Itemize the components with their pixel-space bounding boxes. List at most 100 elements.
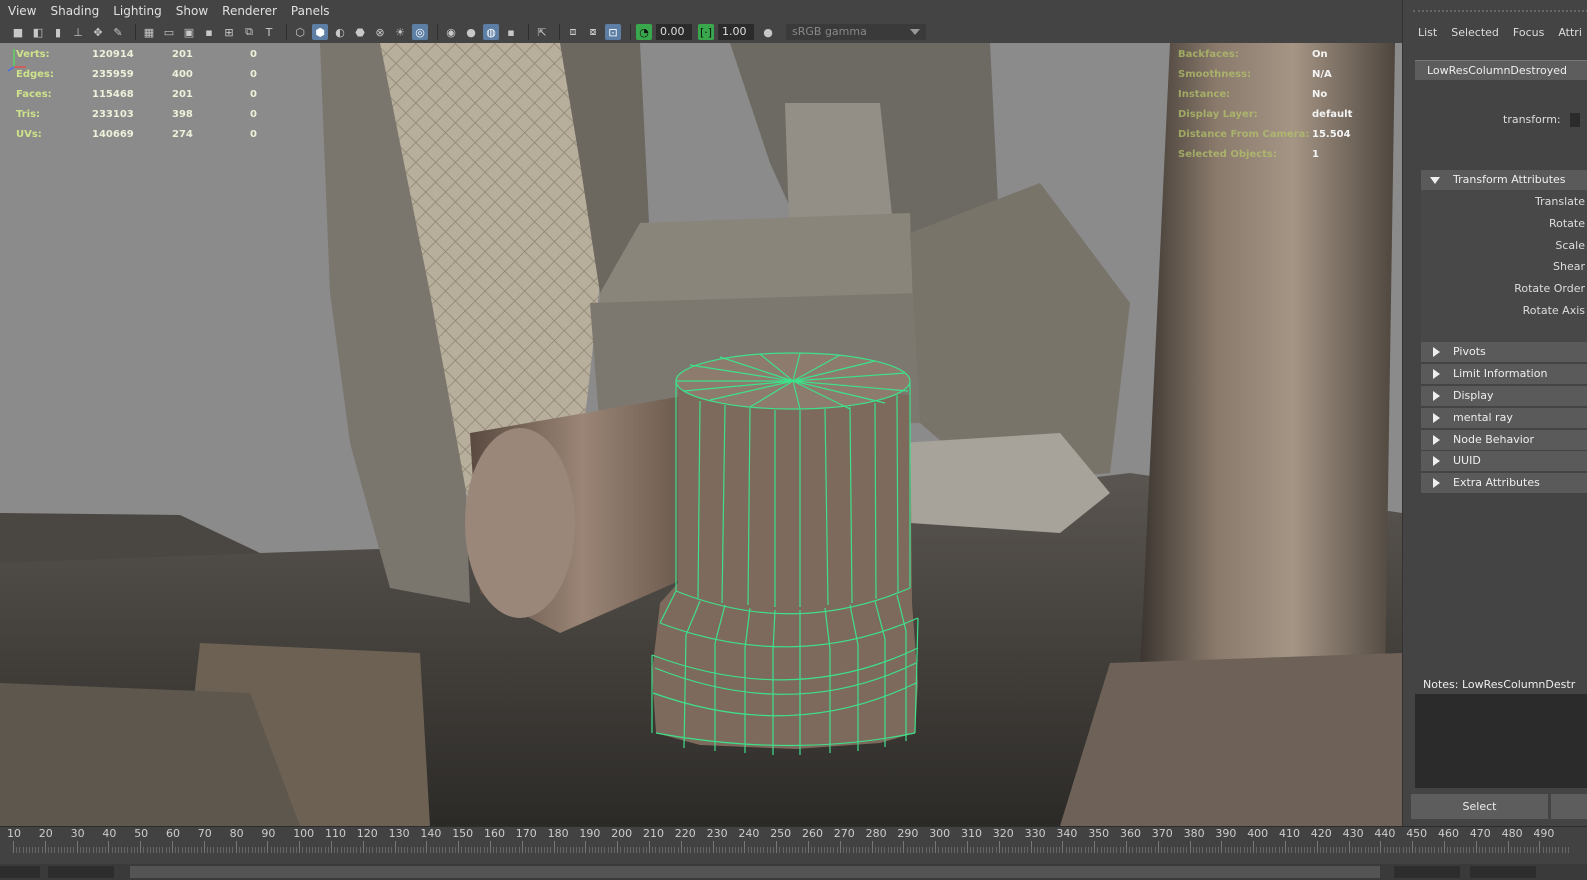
menu-selected[interactable]: Selected [1451, 26, 1499, 44]
frame-minor-tick [410, 847, 412, 853]
range-end-field[interactable] [1470, 866, 1536, 878]
range-start-field[interactable] [0, 866, 40, 878]
range-slider-bar[interactable] [130, 866, 1380, 878]
ambient-occlusion-icon[interactable]: ● [463, 24, 479, 40]
field-chart-icon[interactable]: ⊞ [221, 24, 237, 40]
frame-tick [299, 841, 301, 853]
time-slider[interactable]: 10 20 30 40 50 60 70 80 90 100 110 120 130 140 150 160 1… [0, 826, 1587, 864]
color-space-dropdown[interactable]: sRGB gamma [786, 24, 926, 40]
load-attributes-button[interactable] [1551, 794, 1587, 819]
anti-alias-icon[interactable]: ▪ [503, 24, 519, 40]
motion-blur-icon[interactable]: ◍ [483, 24, 499, 40]
frame-minor-tick [1399, 847, 1401, 853]
menu-renderer[interactable]: Renderer [222, 4, 277, 18]
frame-minor-tick [766, 847, 768, 853]
section-extra-attributes[interactable]: Extra Attributes [1421, 473, 1587, 493]
menu-shading[interactable]: Shading [50, 4, 99, 18]
frame-tick [776, 841, 778, 853]
frame-minor-tick [833, 847, 835, 853]
menu-show[interactable]: Show [176, 4, 208, 18]
section-mental-ray[interactable]: mental ray [1421, 408, 1587, 428]
notes-textarea[interactable] [1415, 694, 1587, 788]
frame-minor-tick [416, 847, 418, 853]
selected-column[interactable] [651, 352, 919, 755]
safe-title-icon[interactable]: T [261, 24, 277, 40]
frame-label: 240 [738, 827, 760, 840]
3d-viewport[interactable]: Verts: 120914 201 0 Edges: 235959 400 0 … [0, 43, 1402, 826]
wireframe-icon[interactable]: ⬡ [292, 24, 308, 40]
section-transform-attributes[interactable]: Transform Attributes [1421, 170, 1587, 190]
lights-icon[interactable]: ☀ [392, 24, 408, 40]
select-button[interactable]: Select [1411, 794, 1548, 819]
frame-minor-tick [1122, 847, 1124, 853]
attr-rotate-label: Rotate [1548, 217, 1585, 230]
frame-minor-tick [378, 847, 380, 853]
gamma-field[interactable]: 1.00 [718, 24, 754, 40]
frame-minor-tick [1243, 847, 1245, 853]
frame-minor-tick [636, 847, 638, 853]
select-tool-icon[interactable]: ⇱ [534, 24, 550, 40]
range-end-inner-field[interactable] [1394, 866, 1460, 878]
panel-drag-handle[interactable] [1413, 10, 1587, 12]
frame-minor-tick [143, 847, 145, 853]
frame-minor-tick [1183, 847, 1185, 853]
default-lighting-icon[interactable]: ◐ [332, 24, 348, 40]
node-tab[interactable]: LowResColumnDestroyed [1415, 60, 1587, 80]
range-start-inner-field[interactable] [48, 866, 114, 878]
frame-minor-tick [947, 847, 949, 853]
smooth-shade-icon[interactable]: ⬢ [312, 24, 328, 40]
color-mgmt-icon[interactable]: ● [760, 24, 776, 40]
menu-panels[interactable]: Panels [291, 4, 330, 18]
hud-icon[interactable]: ⧇ [585, 24, 601, 40]
menu-list[interactable]: List [1418, 26, 1437, 44]
section-uuid[interactable]: UUID [1421, 451, 1587, 471]
isolate-select-icon[interactable]: ◉ [443, 24, 459, 40]
gamma-icon[interactable]: [·] [698, 24, 714, 40]
resolution-gate-icon[interactable]: ▣ [181, 24, 197, 40]
frame-minor-tick [92, 847, 94, 853]
frame-minor-tick [572, 847, 574, 853]
safe-action-icon[interactable]: ⧉ [241, 24, 257, 40]
frame-minor-tick [82, 847, 84, 853]
film-gate-icon[interactable]: ▭ [161, 24, 177, 40]
frame-minor-tick [642, 847, 644, 853]
frame-minor-tick [1409, 847, 1411, 853]
xray-icon[interactable]: ⊗ [372, 24, 388, 40]
range-slider[interactable] [0, 864, 1587, 880]
frame-minor-tick [175, 847, 177, 853]
frame-minor-tick [432, 847, 434, 853]
menu-attributes[interactable]: Attri [1558, 26, 1582, 44]
transform-name-field[interactable] [1570, 113, 1581, 127]
section-display[interactable]: Display [1421, 386, 1587, 406]
exposure-field[interactable]: 0.00 [656, 24, 692, 40]
section-pivots[interactable]: Pivots [1421, 342, 1587, 362]
frame-minor-tick [1552, 847, 1554, 853]
exposure-icon[interactable]: ◔ [636, 24, 652, 40]
frame-label: 300 [929, 827, 951, 840]
frame-minor-tick [747, 847, 749, 853]
textures-icon[interactable]: ◎ [412, 24, 428, 40]
camera-attr-icon[interactable]: ◧ [30, 24, 46, 40]
shadows-icon[interactable]: ⬣ [352, 24, 368, 40]
frame-minor-tick [788, 847, 790, 853]
frame-minor-tick [22, 847, 24, 853]
gate-mask-icon[interactable]: ▪ [201, 24, 217, 40]
frame-tick [903, 841, 905, 853]
2d-pan-icon[interactable]: ✥ [90, 24, 106, 40]
menu-focus[interactable]: Focus [1513, 26, 1544, 44]
camera-tumble-icon[interactable]: ⧈ [565, 24, 581, 40]
menu-lighting[interactable]: Lighting [113, 4, 162, 18]
section-limit-information[interactable]: Limit Information [1421, 364, 1587, 384]
viewport-panel[interactable]: View Shading Lighting Show Renderer Pane… [0, 0, 1402, 826]
menu-view[interactable]: View [8, 4, 36, 18]
frame-tick [998, 841, 1000, 853]
frame-minor-tick [1160, 847, 1162, 853]
grease-pencil-icon[interactable]: ✎ [110, 24, 126, 40]
bookmark-icon[interactable]: ▮ [50, 24, 66, 40]
image-plane-icon[interactable]: ⊥ [70, 24, 86, 40]
frame-minor-tick [1501, 847, 1503, 853]
section-node-behavior[interactable]: Node Behavior [1421, 430, 1587, 450]
camera-icon[interactable]: ■ [10, 24, 26, 40]
grid-icon[interactable]: ▦ [141, 24, 157, 40]
snapshot-icon[interactable]: ⊡ [605, 24, 621, 40]
